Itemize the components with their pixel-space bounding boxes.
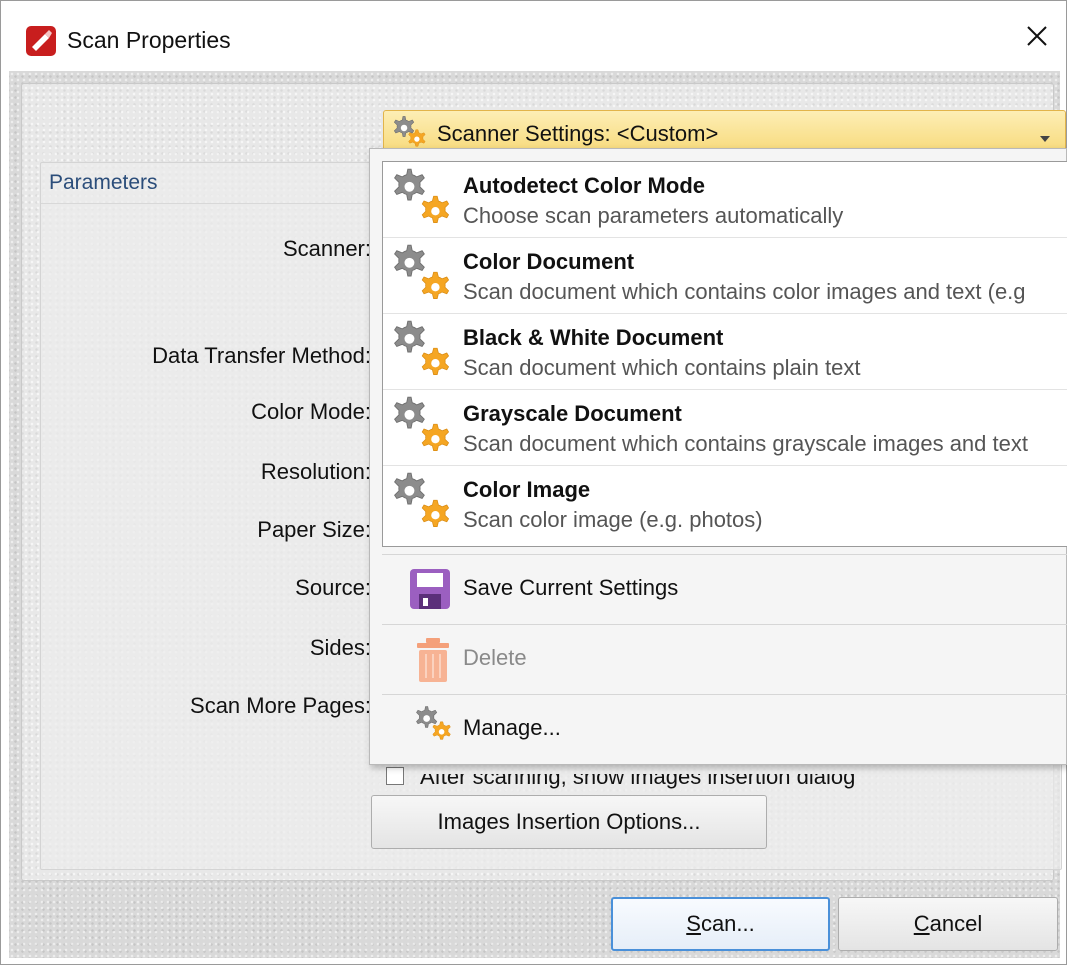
title-bar: Scan Properties <box>1 1 1066 71</box>
gears-icon <box>412 705 458 754</box>
images-insertion-options-button[interactable]: Images Insertion Options... <box>371 795 767 849</box>
delete-item[interactable]: Delete <box>382 625 1067 693</box>
cancel-button[interactable]: Cancel <box>838 897 1058 951</box>
preset-title: Color Image <box>463 477 591 502</box>
preset-description: Scan document which contains plain text <box>463 355 861 380</box>
scanner-settings-menu: Autodetect Color Mode Choose scan parame… <box>369 148 1067 765</box>
close-icon <box>1026 25 1048 52</box>
manage-label: Manage... <box>463 715 561 740</box>
delete-label: Delete <box>463 645 527 670</box>
resolution-label: Resolution: <box>260 459 371 484</box>
chevron-down-icon <box>1039 130 1051 148</box>
images-insertion-options-label: Images Insertion Options... <box>437 809 701 834</box>
source-label: Source: <box>295 575 371 600</box>
show-insertion-dialog-checkbox[interactable] <box>386 767 404 785</box>
scan-label: can... <box>700 911 755 936</box>
scanner-settings-value: <Custom> <box>616 121 719 146</box>
manage-item[interactable]: Manage... <box>382 695 1067 763</box>
sides-label: Sides: <box>309 635 371 660</box>
preset-description: Scan document which contains grayscale i… <box>463 431 1028 456</box>
scanner-settings-label: Scanner Settings: <box>437 121 611 146</box>
preset-title: Grayscale Document <box>463 401 682 426</box>
preset-title: Black & White Document <box>463 325 724 350</box>
gears-icon <box>388 319 458 389</box>
scan-accel: S <box>686 911 701 936</box>
preset-title: Color Document <box>463 249 635 274</box>
parameters-heading: Parameters <box>49 171 158 194</box>
preset-autodetect-color-mode[interactable]: Autodetect Color Mode Choose scan parame… <box>383 162 1067 238</box>
preset-grayscale-document[interactable]: Grayscale Document Scan document which c… <box>383 390 1067 466</box>
floppy-disk-icon <box>408 567 452 616</box>
scan-button[interactable]: Scan... <box>611 897 830 951</box>
pdf-xchange-icon <box>25 25 57 57</box>
cancel-label: ancel <box>929 911 983 936</box>
save-current-settings-item[interactable]: Save Current Settings <box>382 555 1067 623</box>
gears-icon <box>388 243 458 313</box>
color-mode-label: Color Mode: <box>251 399 371 424</box>
paper-size-label: Paper Size: <box>257 517 371 542</box>
trash-icon <box>416 637 450 688</box>
gears-icon <box>388 167 458 237</box>
scanner-label: Scanner: <box>282 236 371 261</box>
preset-list: Autodetect Color Mode Choose scan parame… <box>382 161 1067 547</box>
preset-description: Scan color image (e.g. photos) <box>463 507 763 532</box>
preset-description: Scan document which contains color image… <box>463 279 1026 304</box>
preset-title: Autodetect Color Mode <box>463 173 705 198</box>
preset-black-white-document[interactable]: Black & White Document Scan document whi… <box>383 314 1067 390</box>
gears-icon <box>388 395 458 465</box>
preset-color-image[interactable]: Color Image Scan color image (e.g. photo… <box>383 466 1067 542</box>
preset-color-document[interactable]: Color Document Scan document which conta… <box>383 238 1067 314</box>
cancel-accel: C <box>913 911 930 936</box>
save-current-settings-label: Save Current Settings <box>463 575 679 600</box>
data-transfer-method-label: Data Transfer Method: <box>152 343 371 368</box>
gears-icon <box>388 471 458 542</box>
preset-description: Choose scan parameters automatically <box>463 203 844 228</box>
close-button[interactable] <box>1008 11 1066 65</box>
scan-more-pages-label: Scan More Pages: <box>190 693 371 718</box>
window-title: Scan Properties <box>67 27 231 53</box>
